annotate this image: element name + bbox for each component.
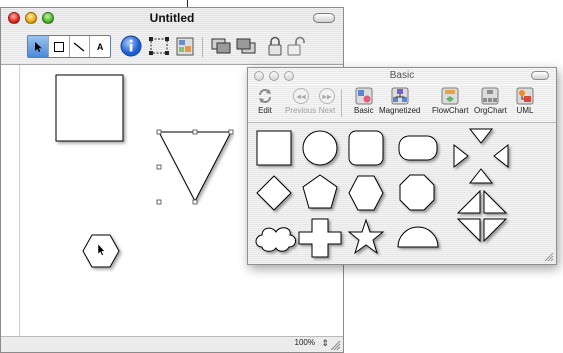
uml-button[interactable]: UML — [516, 87, 534, 115]
resize-grip-icon — [330, 340, 341, 351]
svg-text:◀◀: ◀◀ — [296, 94, 306, 101]
palette-icon — [176, 37, 194, 56]
shape-half-circle — [397, 226, 439, 248]
main-toolbar: A — [1, 30, 343, 65]
selection-box-button[interactable] — [147, 34, 171, 58]
previous-icon: ◀◀ — [292, 88, 309, 104]
text-tool-label: A — [96, 41, 104, 52]
magnetized-label: Magnetized — [379, 106, 421, 115]
selection-icon — [149, 37, 169, 55]
magnetized-button[interactable]: Magnetized — [379, 87, 420, 115]
shape-arrows-cross — [453, 128, 509, 184]
toolbar-toggle-button[interactable] — [313, 13, 335, 23]
shape-rounded-square — [348, 130, 384, 166]
palette-title: Basic — [389, 70, 415, 81]
shape-cloud — [255, 227, 296, 252]
palette-button[interactable] — [173, 34, 197, 58]
palette-toolbar-toggle[interactable] — [531, 71, 549, 80]
palette-resize-grip-icon — [544, 252, 554, 262]
basic-label: Basic — [354, 106, 374, 115]
uml-label: UML — [516, 106, 534, 115]
status-bar: 100% ⇕ — [1, 336, 343, 352]
flowchart-label: FlowChart — [432, 106, 469, 115]
line-icon — [74, 42, 85, 51]
arrow-cursor-icon — [34, 41, 42, 52]
next-label: Next — [318, 106, 336, 115]
rectangle-tool[interactable] — [49, 36, 70, 57]
orgchart-button[interactable]: OrgChart — [474, 87, 507, 115]
title-bar[interactable]: Untitled — [1, 8, 343, 31]
line-tool[interactable] — [70, 36, 91, 57]
page-margin-line — [19, 65, 20, 336]
shape-pentagon — [302, 174, 338, 209]
basic-button[interactable]: Basic — [354, 87, 374, 115]
flowchart-button[interactable]: FlowChart — [432, 87, 468, 115]
send-backward-button[interactable] — [234, 34, 258, 58]
unlock-button[interactable] — [284, 34, 308, 58]
magnetized-icon — [391, 87, 409, 105]
shape-square — [256, 130, 292, 166]
toolbar-separator — [202, 37, 203, 57]
palette-window: Basic Edit ◀◀ Previous ▶▶ Next Basic Mag… — [247, 67, 557, 265]
svg-text:▶▶: ▶▶ — [322, 94, 332, 101]
shape-library — [248, 123, 556, 264]
edit-label: Edit — [258, 106, 272, 115]
lock-icon — [268, 36, 282, 56]
send-back-icon — [236, 38, 256, 54]
edit-button[interactable]: Edit — [256, 87, 274, 115]
window-title: Untitled — [149, 11, 195, 25]
bring-front-icon — [211, 38, 231, 54]
shape-octagon — [399, 174, 435, 211]
info-button[interactable] — [119, 34, 143, 58]
orgchart-icon — [481, 87, 499, 105]
info-icon — [120, 35, 142, 57]
previous-button[interactable]: ◀◀ Previous — [285, 87, 316, 115]
next-button[interactable]: ▶▶ Next — [318, 87, 336, 115]
shape-right-triangles — [456, 189, 508, 214]
zoom-stepper-icon[interactable]: ⇕ — [321, 338, 329, 349]
edit-icon — [259, 89, 271, 103]
text-tool[interactable]: A — [90, 36, 110, 57]
shape-star — [347, 218, 385, 255]
palette-title-bar[interactable]: Basic — [248, 68, 556, 86]
pointer-tool[interactable] — [28, 36, 49, 57]
shape-hexagon — [348, 175, 384, 211]
palette-toolbar-separator — [341, 89, 342, 117]
orgchart-label: OrgChart — [474, 106, 507, 115]
tool-selector: A — [27, 35, 111, 58]
shape-corner-triangles — [456, 218, 508, 243]
shape-cross — [298, 218, 342, 258]
canvas-triangle-shape — [158, 131, 232, 203]
palette-toolbar: Edit ◀◀ Previous ▶▶ Next Basic Magnetize… — [248, 85, 556, 123]
rectangle-icon — [53, 41, 64, 52]
next-icon: ▶▶ — [319, 88, 335, 104]
zoom-level[interactable]: 100% — [295, 338, 315, 347]
unlock-icon — [287, 36, 305, 56]
previous-label: Previous — [285, 106, 317, 115]
shape-circle — [302, 130, 338, 166]
flowchart-icon — [441, 87, 459, 105]
bring-forward-button[interactable] — [209, 34, 233, 58]
basic-icon — [355, 87, 373, 105]
shape-grid — [255, 128, 509, 258]
canvas-square-shape — [55, 74, 124, 142]
shape-rounded-rectangle — [398, 135, 438, 161]
uml-icon — [516, 87, 534, 105]
shape-diamond — [256, 175, 292, 211]
